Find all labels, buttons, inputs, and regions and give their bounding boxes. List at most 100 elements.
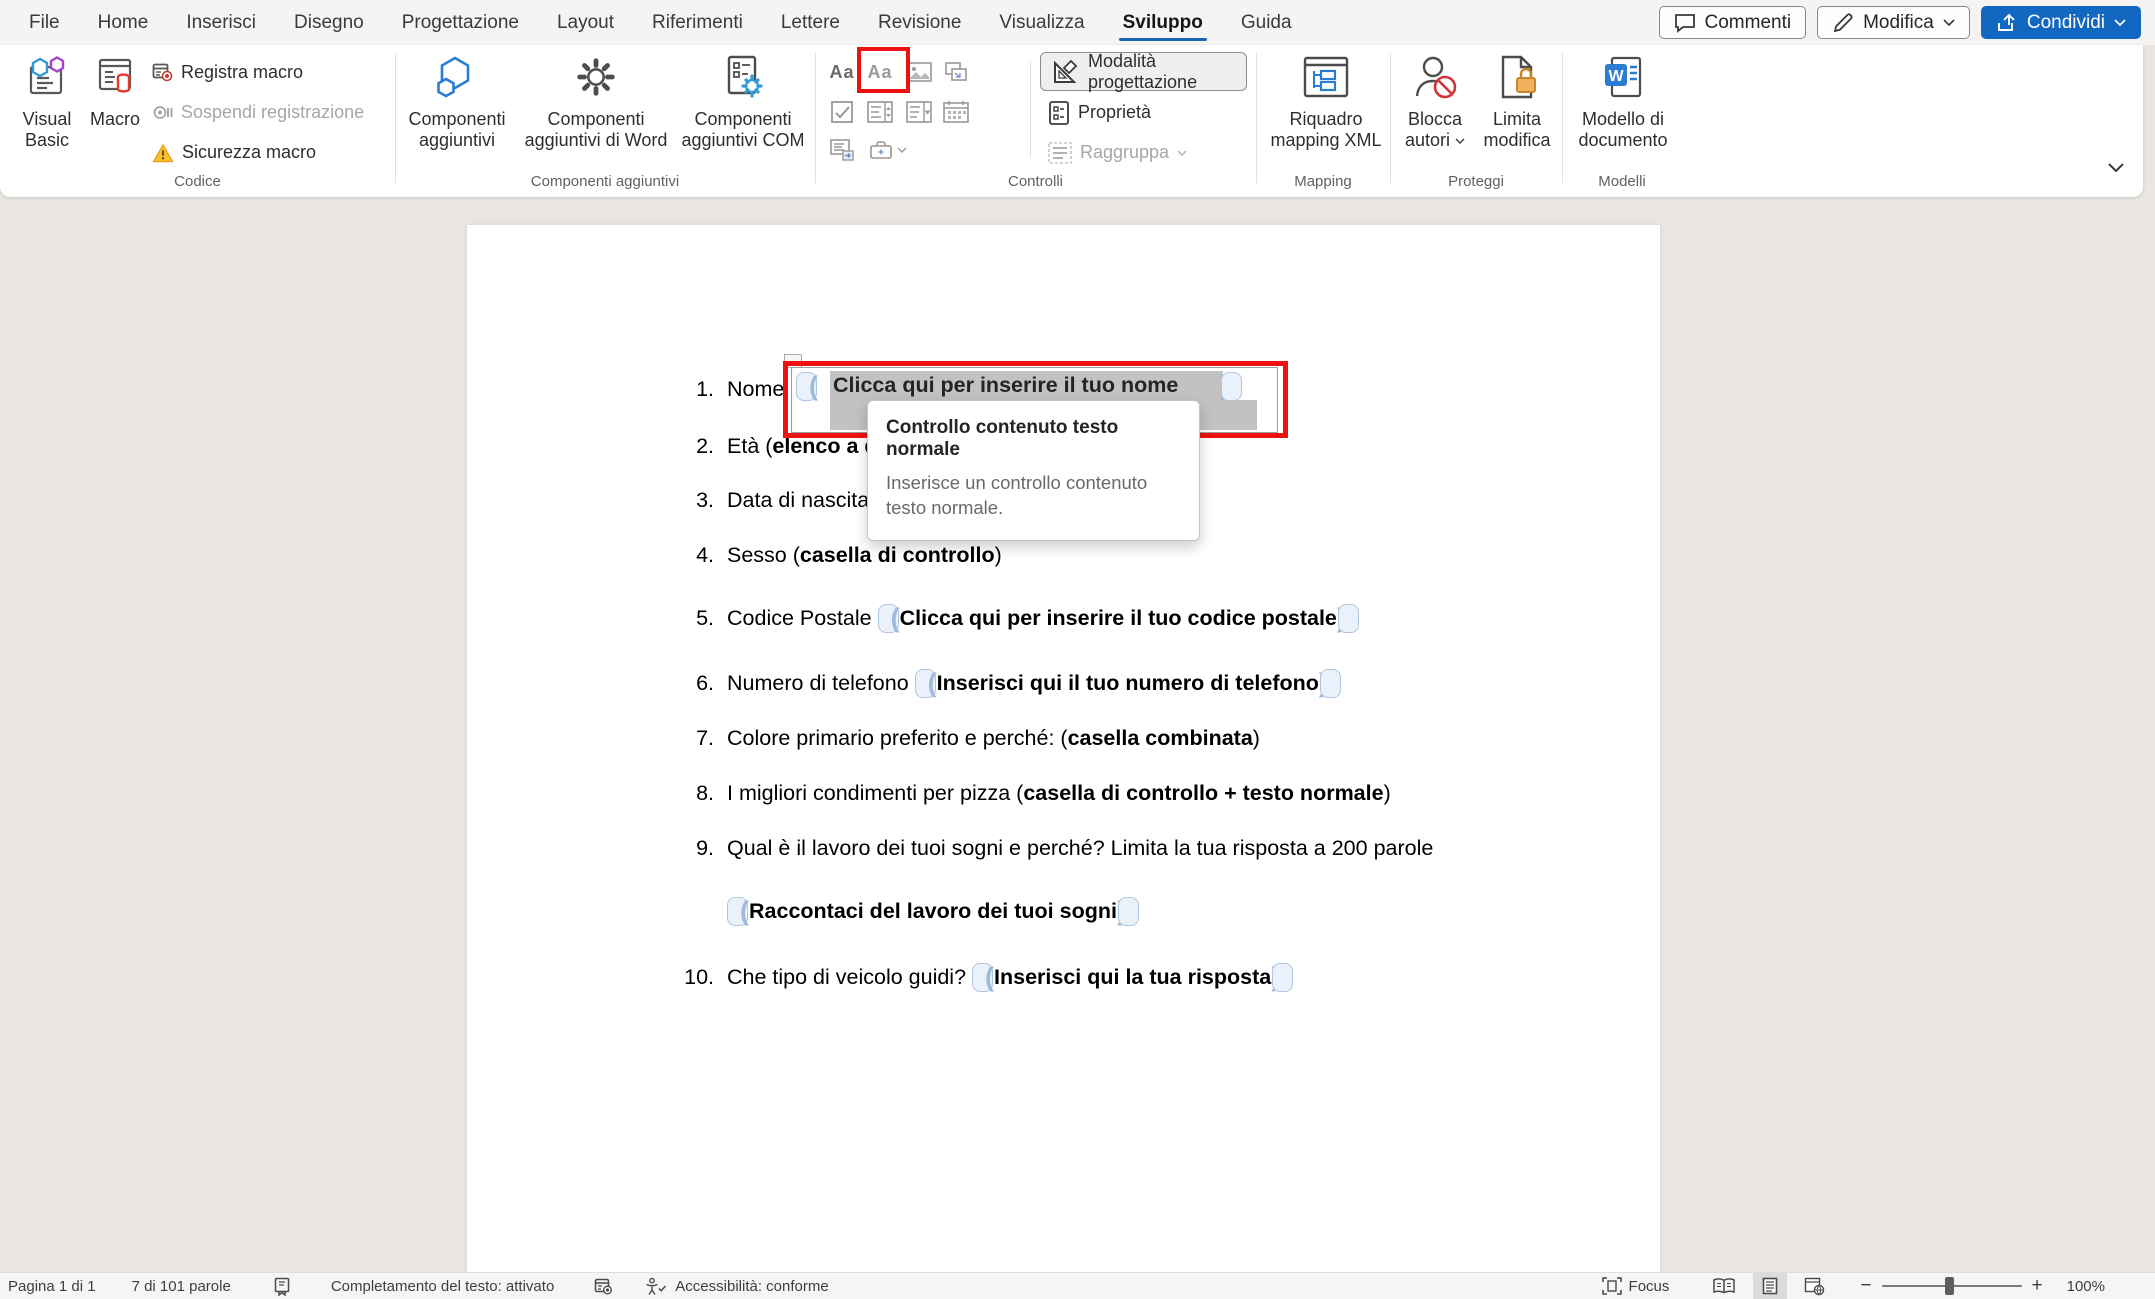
pause-recording-button: Sospendi registrazione	[152, 99, 364, 126]
restrict-editing-label: Limita	[1493, 109, 1541, 130]
comments-button[interactable]: Commenti	[1659, 6, 1807, 39]
proofing-icon[interactable]	[273, 1277, 291, 1296]
datepicker-control-icon	[943, 100, 969, 124]
group-divider	[1562, 53, 1563, 183]
tab-lettere[interactable]: Lettere	[762, 0, 859, 45]
macro-security-button[interactable]: Sicurezza macro	[152, 139, 316, 166]
word-addins-label: Componenti	[547, 109, 644, 130]
zoom-slider-thumb[interactable]	[1945, 1277, 1954, 1295]
text-completion-status[interactable]: Completamento del testo: attivato	[331, 1278, 554, 1295]
addins-label: Componenti	[408, 109, 505, 130]
list-number: 6.	[467, 668, 714, 698]
tab-file[interactable]: File	[10, 0, 79, 45]
restrict-editing-button[interactable]: Limita modifica	[1474, 50, 1560, 151]
macro-label: Macro	[90, 109, 140, 130]
ribbon-tabs: File Home Inserisci Disegno Progettazion…	[0, 0, 1311, 45]
list-item-10: 10. Che tipo di veicolo guidi? (Inserisc…	[467, 962, 1660, 992]
list-item-8: 8. I migliori condimenti per pizza (case…	[467, 778, 1660, 808]
zoom-in-button[interactable]: +	[2032, 1275, 2043, 1297]
record-macro-button[interactable]: Registra macro	[152, 59, 303, 86]
read-mode-button[interactable]	[1703, 1273, 1745, 1299]
xml-mapping-pane-button[interactable]: Riquadro mapping XML	[1262, 50, 1390, 151]
content-control-end-tag[interactable]: )	[1271, 962, 1293, 992]
macro-button[interactable]: Macro	[84, 50, 146, 130]
content-control-end-tag[interactable]: )	[1319, 668, 1341, 698]
share-label: Condividi	[2027, 12, 2105, 34]
accessibility-status[interactable]: Accessibilità: conforme	[675, 1278, 828, 1295]
design-mode-toggle[interactable]: Modalità progettazione	[1040, 52, 1247, 91]
tab-layout[interactable]: Layout	[538, 0, 633, 45]
list-item-6: 6. Numero di telefono (Inserisci qui il …	[467, 668, 1660, 698]
visual-basic-icon	[24, 50, 70, 104]
content-control-placeholder[interactable]: Raccontaci del lavoro dei tuoi sogni	[749, 899, 1117, 923]
tab-sviluppo[interactable]: Sviluppo	[1104, 0, 1222, 45]
gear-icon	[572, 50, 620, 104]
word-addins-button[interactable]: Componenti aggiuntivi di Word	[516, 50, 676, 151]
collapse-ribbon-button[interactable]	[2108, 163, 2124, 172]
zoom-slider[interactable]	[1882, 1285, 2022, 1287]
content-control-placeholder[interactable]: Inserisci qui il tuo numero di telefono	[937, 671, 1319, 695]
tooltip-plain-text-control: Controllo contenuto testo normale Inseri…	[867, 400, 1200, 541]
block-authors-button[interactable]: Blocca autori	[1398, 50, 1472, 151]
tab-guida[interactable]: Guida	[1222, 0, 1311, 45]
tooltip-body: Inserisce un controllo contenuto testo n…	[886, 471, 1181, 521]
group-label-templates: Modelli	[1562, 173, 1682, 190]
com-addins-button[interactable]: Componenti aggiuntivi COM	[676, 50, 810, 151]
richtext-icon: Aa	[829, 62, 854, 83]
focus-label: Focus	[1629, 1278, 1670, 1295]
tab-disegno[interactable]: Disegno	[275, 0, 383, 45]
repeating-section-control-button[interactable]	[826, 135, 858, 165]
editing-mode-button[interactable]: Modifica	[1817, 6, 1970, 39]
tab-progettazione[interactable]: Progettazione	[383, 0, 538, 45]
building-block-control-button[interactable]	[940, 57, 972, 87]
content-control-end-tag[interactable]: )	[1117, 896, 1139, 926]
share-button[interactable]: Condividi	[1981, 6, 2141, 39]
list-item-9-control: (Raccontaci del lavoro dei tuoi sogni)	[467, 896, 1660, 926]
legacy-tools-button[interactable]	[864, 135, 912, 165]
tab-home[interactable]: Home	[79, 0, 168, 45]
share-icon	[1996, 13, 2018, 33]
tab-riferimenti[interactable]: Riferimenti	[633, 0, 762, 45]
checkbox-control-button[interactable]	[826, 97, 858, 127]
web-layout-button[interactable]	[1795, 1273, 1834, 1299]
document-template-button[interactable]: W Modello di documento	[1566, 50, 1680, 151]
page-indicator[interactable]: Pagina 1 di 1	[8, 1278, 96, 1295]
document-template-icon: W	[1600, 50, 1646, 104]
combobox-control-button[interactable]	[864, 97, 896, 127]
tab-revisione[interactable]: Revisione	[859, 0, 980, 45]
visual-basic-button[interactable]: Visual Basic	[14, 50, 80, 151]
zoom-out-button[interactable]: −	[1860, 1275, 1871, 1297]
group-button: Raggruppa	[1048, 139, 1187, 166]
content-control-start-tag[interactable]: (	[727, 896, 749, 926]
tab-inserisci[interactable]: Inserisci	[167, 0, 275, 45]
group-divider	[815, 53, 816, 183]
properties-icon	[1048, 100, 1070, 126]
word-count[interactable]: 7 di 101 parole	[132, 1278, 231, 1295]
status-bar: Pagina 1 di 1 7 di 101 parole Completame…	[0, 1272, 2155, 1299]
content-control-end-tag[interactable]: )	[1337, 603, 1359, 633]
dropdown-control-button[interactable]	[903, 97, 935, 127]
tab-visualizza[interactable]: Visualizza	[980, 0, 1103, 45]
macro-record-status-icon[interactable]	[594, 1277, 613, 1296]
focus-mode-button[interactable]: Focus	[1602, 1277, 1670, 1295]
chevron-down-icon[interactable]	[2114, 19, 2126, 26]
document-template-label: Modello di	[1582, 109, 1664, 130]
visual-basic-label: Visual	[23, 109, 72, 130]
group-divider	[395, 53, 396, 183]
list-number: 3.	[467, 485, 714, 515]
zoom-level[interactable]: 100%	[2067, 1278, 2105, 1295]
properties-button[interactable]: Proprietà	[1048, 99, 1151, 126]
datepicker-control-button[interactable]	[940, 97, 972, 127]
print-layout-button[interactable]	[1753, 1273, 1787, 1299]
content-control-placeholder[interactable]: Clicca qui per inserire il tuo codice po…	[900, 606, 1337, 630]
group-label-mapping: Mapping	[1256, 173, 1390, 190]
addins-button[interactable]: Componenti aggiuntivi	[398, 50, 516, 151]
com-addin-icon	[719, 50, 767, 104]
content-control-start-tag[interactable]: (	[878, 603, 900, 633]
content-control-start-tag[interactable]: (	[972, 962, 994, 992]
record-macro-label: Registra macro	[181, 62, 303, 83]
content-control-placeholder[interactable]: Inserisci qui la tua risposta	[994, 965, 1271, 989]
content-control-start-tag[interactable]: (	[915, 668, 937, 698]
richtext-control-button[interactable]: Aa	[826, 57, 858, 87]
document-page[interactable]: 1. Nome ( Clicca qui per inserire il tuo…	[467, 225, 1660, 1272]
